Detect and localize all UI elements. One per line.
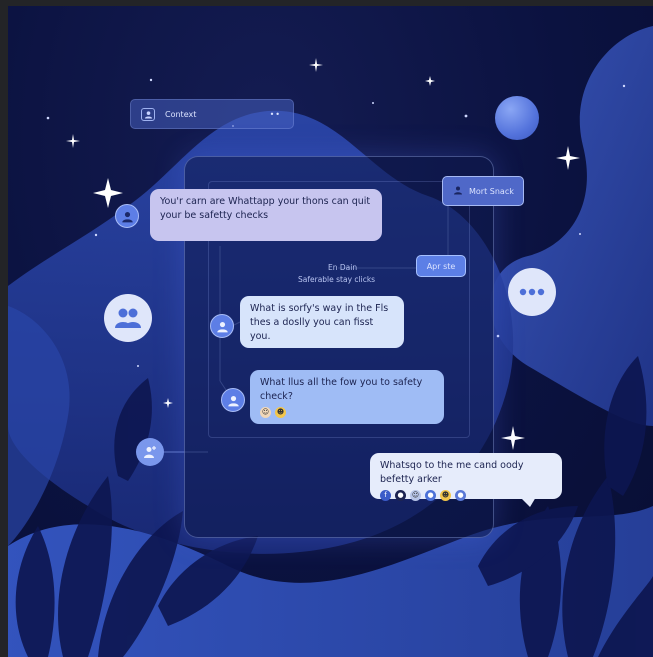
- avatar[interactable]: [115, 204, 139, 228]
- face-emoji-icon[interactable]: ☺: [260, 407, 271, 418]
- message-bubble: What llus all the fow you to safety chec…: [250, 370, 444, 424]
- message-bubble: Whatsqo to the me cand oody befetty arke…: [370, 453, 562, 507]
- more-button[interactable]: [508, 268, 556, 316]
- add-person-icon: [144, 446, 156, 458]
- reaction-row: ☺ ☻: [260, 407, 434, 418]
- wave-shape-top-right: [490, 26, 653, 426]
- apply-chip-label: Apr ste: [426, 261, 456, 271]
- message-bubble: What is sorfy's way in the Fls thes a do…: [240, 296, 404, 348]
- more-dots-icon: [519, 288, 545, 296]
- mark-chip[interactable]: Mort Snack: [442, 176, 524, 206]
- user-icon[interactable]: ●: [425, 490, 436, 501]
- context-chip-dots: ••: [269, 109, 281, 119]
- context-chip-label: Context: [165, 109, 197, 119]
- message-bubble: You'r carn are Whattapp your thons can q…: [150, 189, 382, 241]
- message-text: You'r carn are Whattapp your thons can q…: [160, 196, 371, 221]
- person-icon: [121, 211, 133, 222]
- flow-label-line1: En Dain: [328, 263, 358, 272]
- message-text: What is sorfy's way in the Fls thes a do…: [250, 303, 389, 342]
- avatar[interactable]: [221, 388, 245, 412]
- mark-chip-label: Mort Snack: [469, 186, 514, 196]
- message-text: What llus all the fow you to safety chec…: [260, 377, 423, 402]
- apply-chip[interactable]: Apr ste: [416, 255, 466, 277]
- smile-emoji-icon[interactable]: ☻: [275, 407, 286, 418]
- person-icon[interactable]: ●: [395, 490, 406, 501]
- add-person-button[interactable]: [136, 438, 164, 466]
- facebook-icon[interactable]: f: [380, 490, 391, 501]
- person-icon: [453, 185, 463, 197]
- avatar[interactable]: [210, 314, 234, 338]
- message-text: Whatsqo to the me cand oody befetty arke…: [380, 460, 524, 485]
- person-icon: [227, 395, 239, 406]
- users-button[interactable]: [104, 294, 152, 342]
- bubble-tail: [520, 497, 536, 507]
- illustration-scene: Context •• Mort Snack En Dain Saferable …: [8, 6, 653, 657]
- smile-emoji-icon[interactable]: ☻: [440, 490, 451, 501]
- person-icon: [216, 321, 228, 332]
- context-chip[interactable]: Context ••: [130, 99, 294, 129]
- person-icon: [141, 107, 155, 121]
- moon-orb: [495, 96, 539, 140]
- avatar-icon[interactable]: ●: [455, 490, 466, 501]
- users-icon: [115, 308, 141, 328]
- face-emoji-icon[interactable]: ☺: [410, 490, 421, 501]
- flow-label-line2: Saferable stay clicks: [298, 275, 376, 284]
